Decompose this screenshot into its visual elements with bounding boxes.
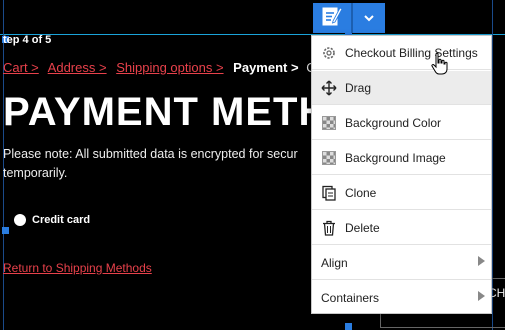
clone-icon	[321, 185, 337, 201]
radio-button[interactable]	[14, 214, 26, 226]
note-line-1: Please note: All submitted data is encry…	[3, 147, 298, 161]
menu-item-label: Drag	[345, 80, 372, 95]
breadcrumb-cart-link[interactable]: Cart >	[3, 60, 39, 75]
menu-item-background-image[interactable]: Background Image	[312, 141, 491, 175]
checker-icon	[321, 150, 337, 166]
note-line-2: temporarily.	[3, 166, 68, 180]
gear-icon	[321, 45, 337, 61]
submenu-arrow-icon	[478, 291, 485, 301]
menu-item-background-color[interactable]: Background Color	[312, 106, 491, 140]
menu-item-label: Background Image	[345, 150, 446, 165]
breadcrumb-shipping-link[interactable]: Shipping options >	[116, 60, 223, 75]
hand-pointer-icon	[430, 52, 450, 81]
menu-item-label: Align	[321, 255, 348, 270]
resize-handle[interactable]	[2, 227, 9, 234]
menu-item-align[interactable]: Align	[312, 246, 491, 280]
element-context-menu: Checkout Billing Settings Drag Backgroun…	[311, 35, 492, 314]
submenu-arrow-icon	[478, 256, 485, 266]
return-to-shipping-link[interactable]: Return to Shipping Methods	[3, 261, 152, 275]
checker-icon	[321, 115, 337, 131]
menu-item-checkout-billing-settings[interactable]: Checkout Billing Settings	[312, 36, 491, 70]
breadcrumb: Cart > Address > Shipping options > Paym…	[3, 60, 323, 75]
menu-item-drag[interactable]: Drag	[312, 71, 491, 105]
menu-item-clone[interactable]: Clone	[312, 176, 491, 210]
chevron-down-icon	[363, 9, 375, 27]
payment-option-label: Credit card	[32, 214, 91, 226]
breadcrumb-current: Payment >	[233, 60, 299, 75]
element-toolbar	[313, 3, 385, 33]
menu-item-label: Delete	[345, 220, 380, 235]
page-title: PAYMENT METH	[3, 90, 329, 134]
menu-item-label: Background Color	[345, 115, 442, 130]
menu-item-label: Containers	[321, 291, 380, 305]
step-indicator: tep 4 of 5	[3, 34, 52, 46]
edit-settings-icon	[321, 5, 343, 32]
breadcrumb-address-link[interactable]: Address >	[48, 60, 107, 75]
toolbar-dropdown-button[interactable]	[353, 3, 385, 33]
menu-item-label: Clone	[345, 185, 377, 200]
element-settings-button[interactable]	[313, 3, 351, 33]
menu-item-containers[interactable]: Containers	[312, 281, 491, 315]
payment-option-credit-card[interactable]: Credit card	[14, 214, 90, 226]
menu-item-delete[interactable]: Delete	[312, 211, 491, 245]
menu-item-label: Checkout Billing Settings	[345, 45, 478, 60]
trash-icon	[321, 220, 337, 236]
resize-handle[interactable]	[345, 323, 352, 330]
move-icon	[321, 80, 337, 96]
